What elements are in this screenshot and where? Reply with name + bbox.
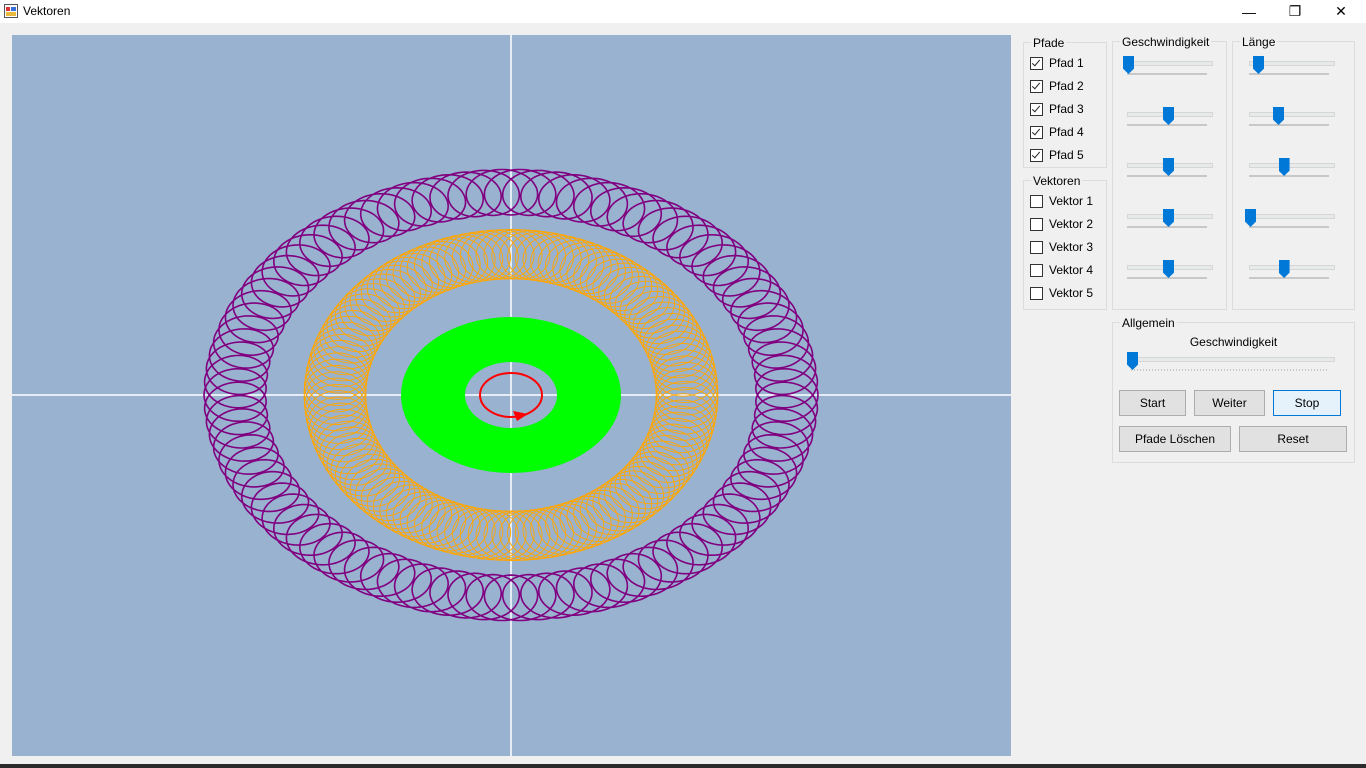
vektor-checkbox-label: Vektor 1 [1049,194,1094,208]
geschwindigkeit-slider-2[interactable] [1123,107,1215,133]
geschwindigkeit-slider-thumb-2[interactable] [1163,107,1174,125]
close-button[interactable]: ✕ [1318,0,1364,23]
pfad-checkbox-4[interactable]: Pfad 4 [1030,124,1084,140]
geschwindigkeit-slider-5[interactable] [1123,260,1215,286]
pfad-checkbox-label: Pfad 5 [1049,148,1084,162]
laenge-slider-thumb-3[interactable] [1278,158,1290,176]
pfade-loeschen-button[interactable]: Pfade Löschen [1119,426,1231,452]
taskbar-strip [0,764,1366,768]
restore-button[interactable]: ❐ [1272,0,1318,23]
geschwindigkeit-slider-thumb-1[interactable] [1123,56,1134,74]
geschwindigkeit-slider-1[interactable] [1123,56,1215,82]
laenge-slider-3[interactable] [1245,158,1337,184]
vektor-checkbox-1[interactable]: Vektor 1 [1030,193,1093,209]
vektoren-group: Vektoren Vektor 1 Vektor 2 Vektor 3 Vektor … [1023,174,1107,310]
geschwindigkeit-slider-3[interactable] [1123,158,1215,184]
allgemein-group-label: Allgemein [1120,316,1177,330]
window-title: Vektoren [23,4,71,18]
reset-button[interactable]: Reset [1239,426,1347,452]
vektoren-group-label: Vektoren [1031,174,1083,188]
vektor-checkbox-label: Vektor 2 [1049,217,1094,231]
restore-icon: ❐ [1288,3,1302,19]
geschwindigkeit-group-label: Geschwindigkeit [1120,35,1212,49]
drawing-canvas [12,35,1011,756]
pfad-checkbox-3[interactable]: Pfad 3 [1030,101,1084,117]
start-button[interactable]: Start [1119,390,1186,416]
pfad-checkbox-box-2[interactable] [1030,79,1043,93]
pfad-checkbox-box-3[interactable] [1030,102,1043,116]
title-bar: Vektoren — ❐ ✕ [0,0,1366,23]
geschwindigkeit-slider-4[interactable] [1123,209,1215,235]
allgemein-speed-label: Geschwindigkeit [1189,335,1278,349]
pfad-checkbox-box-5[interactable] [1030,148,1043,162]
pfad-checkbox-label: Pfad 2 [1049,79,1084,93]
laenge-group-label: Länge [1240,35,1278,49]
geschwindigkeit-group: Geschwindigkeit [1112,35,1227,310]
vektor-checkbox-label: Vektor 5 [1049,286,1094,300]
pfad-checkbox-box-4[interactable] [1030,125,1043,139]
pfad-checkbox-label: Pfad 4 [1049,125,1084,139]
laenge-slider-thumb-4[interactable] [1245,209,1256,227]
minimize-icon: — [1242,3,1256,20]
pfad-checkbox-label: Pfad 1 [1049,56,1084,70]
minimize-button[interactable]: — [1226,0,1272,23]
stop-button[interactable]: Stop [1273,390,1341,416]
laenge-slider-5[interactable] [1245,260,1337,286]
red-arrowhead-icon [513,411,528,421]
vektor-checkbox-box-3[interactable] [1030,240,1043,254]
vektor-checkbox-box-2[interactable] [1030,217,1043,231]
vektor-checkbox-box-5[interactable] [1030,286,1043,300]
vektor-checkbox-label: Vektor 4 [1049,263,1094,277]
geschwindigkeit-slider-thumb-4[interactable] [1163,209,1174,227]
pfad-checkbox-box-1[interactable] [1030,56,1043,70]
vektor-checkbox-box-1[interactable] [1030,194,1043,208]
app-window-icon [4,4,18,18]
allgemein-group: Allgemein Geschwindigkeit Start Weiter S… [1112,316,1355,463]
laenge-slider-1[interactable] [1245,56,1337,82]
pfade-group-label: Pfade [1031,36,1067,50]
pfad-checkbox-5[interactable]: Pfad 5 [1030,147,1084,163]
laenge-slider-2[interactable] [1245,107,1337,133]
vektor-checkbox-3[interactable]: Vektor 3 [1030,239,1093,255]
allgemein-speed-thumb[interactable] [1127,352,1138,370]
vector-paths-drawing [12,35,1011,756]
geschwindigkeit-slider-thumb-3[interactable] [1163,158,1174,176]
laenge-slider-thumb-2[interactable] [1273,107,1284,125]
allgemein-speed-slider[interactable] [1127,352,1337,378]
vektor-checkbox-box-4[interactable] [1030,263,1043,277]
geschwindigkeit-slider-thumb-5[interactable] [1163,260,1174,278]
close-icon: ✕ [1335,3,1347,19]
vektor-checkbox-2[interactable]: Vektor 2 [1030,216,1093,232]
laenge-slider-thumb-5[interactable] [1278,260,1290,278]
vektor-checkbox-5[interactable]: Vektor 5 [1030,285,1093,301]
laenge-slider-4[interactable] [1245,209,1337,235]
pfad-checkbox-label: Pfad 3 [1049,102,1084,116]
laenge-slider-thumb-1[interactable] [1253,56,1264,74]
pfad-checkbox-2[interactable]: Pfad 2 [1030,78,1084,94]
weiter-button[interactable]: Weiter [1194,390,1265,416]
vektor-checkbox-label: Vektor 3 [1049,240,1094,254]
vektor-checkbox-4[interactable]: Vektor 4 [1030,262,1093,278]
laenge-group: Länge [1232,35,1355,310]
pfad-checkbox-1[interactable]: Pfad 1 [1030,55,1084,71]
pfade-group: Pfade Pfad 1 Pfad 2 Pfad 3 Pfad 4 Pfad 5 [1023,36,1107,168]
